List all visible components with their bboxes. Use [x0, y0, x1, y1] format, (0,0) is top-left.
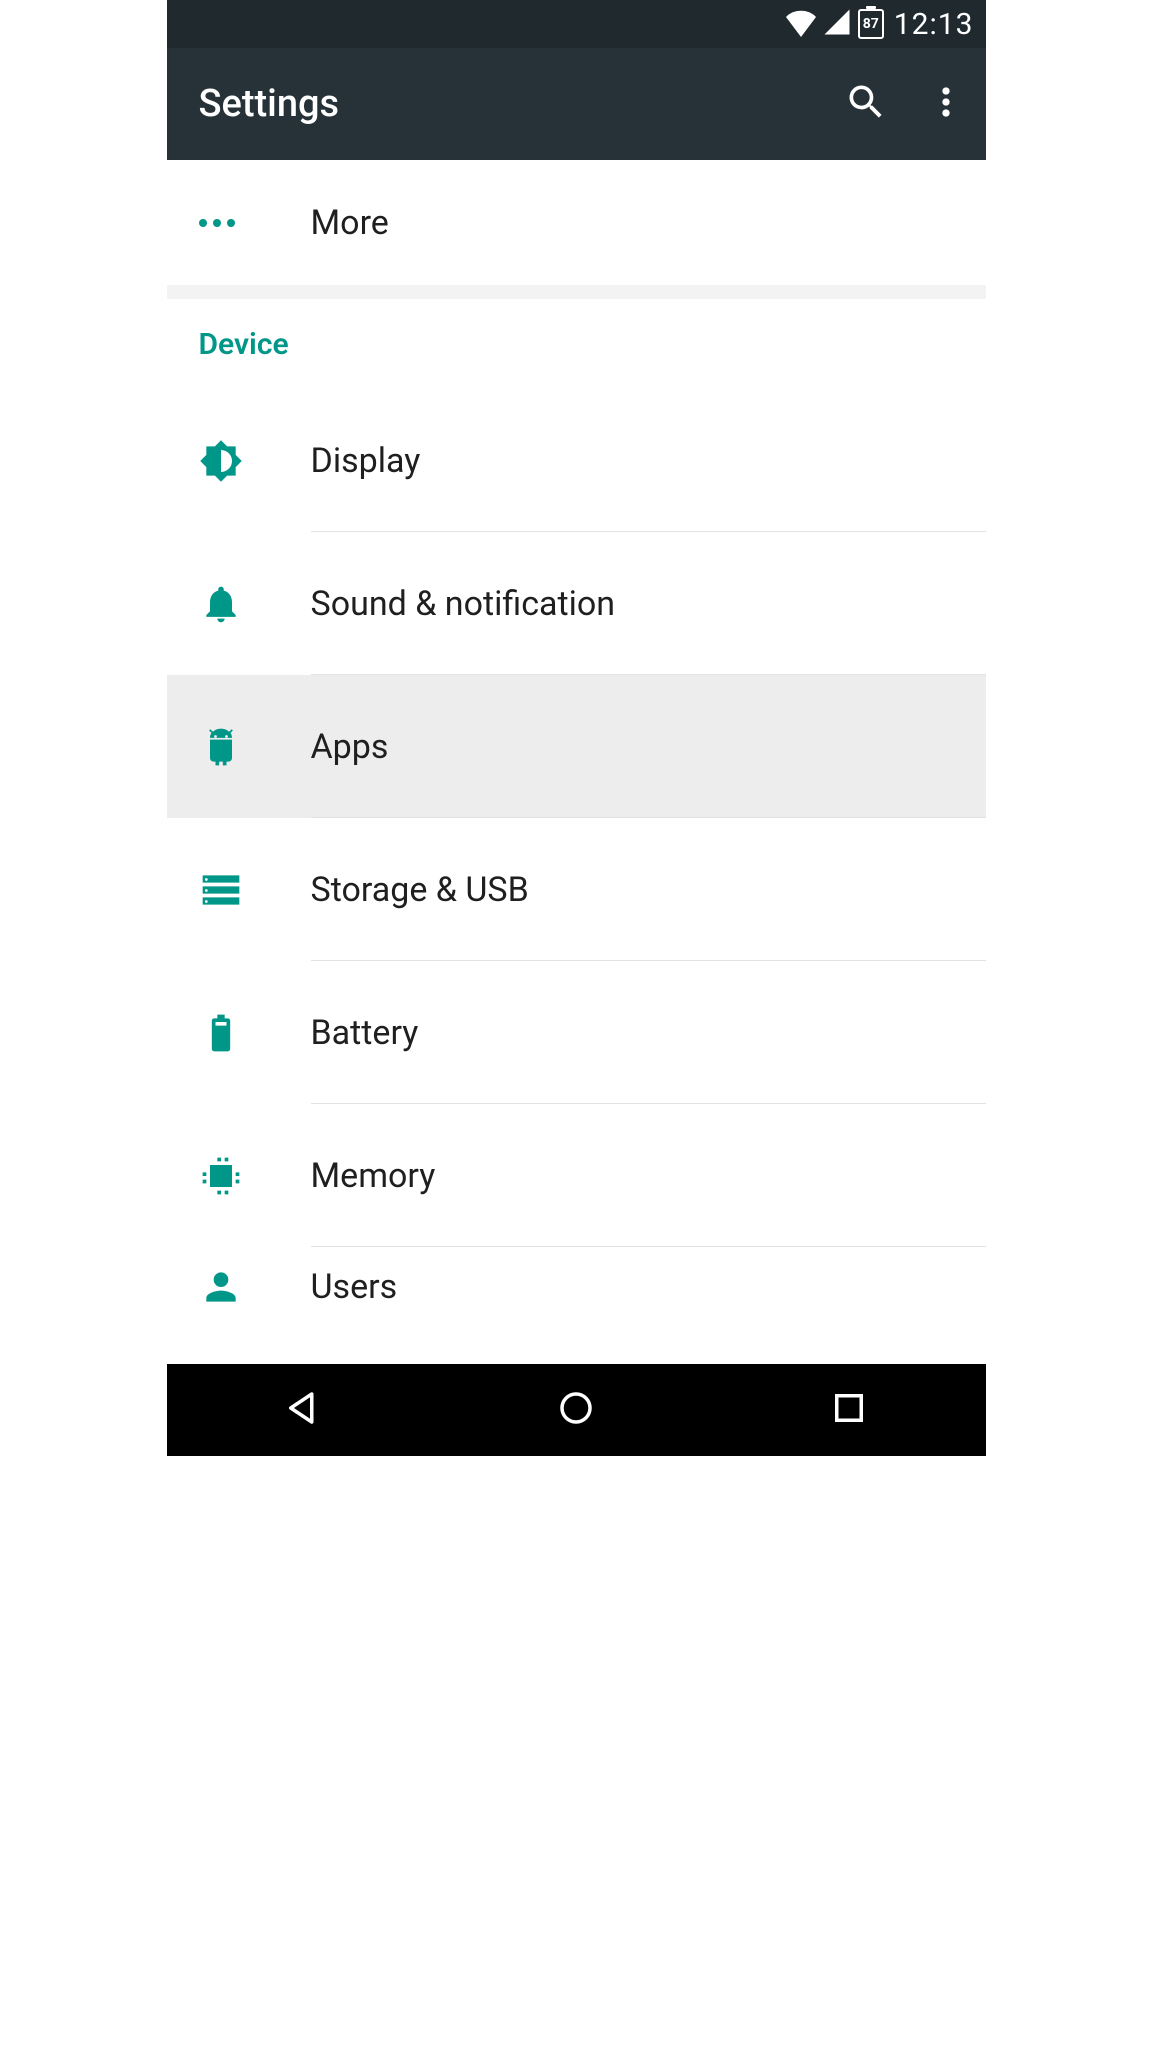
- item-memory[interactable]: Memory: [167, 1104, 986, 1247]
- item-label: Users: [311, 1267, 398, 1307]
- section-header-label: Device: [199, 327, 289, 362]
- item-users[interactable]: Users: [167, 1247, 986, 1327]
- item-sound-notification[interactable]: Sound & notification: [167, 532, 986, 675]
- more-horiz-icon: [199, 219, 311, 227]
- page-title: Settings: [199, 82, 826, 126]
- item-label: Memory: [311, 1156, 436, 1196]
- back-icon: [282, 1387, 324, 1433]
- home-icon: [555, 1387, 597, 1433]
- android-icon: [199, 725, 311, 769]
- battery-icon: [199, 1011, 311, 1055]
- status-bar: 87 12:13: [167, 0, 986, 48]
- storage-icon: [199, 868, 311, 912]
- overflow-menu-button[interactable]: [906, 48, 986, 160]
- item-label: Battery: [311, 1013, 419, 1053]
- item-label: Storage & USB: [311, 870, 529, 910]
- brightness-icon: [199, 439, 311, 483]
- item-label: Sound & notification: [311, 584, 616, 624]
- item-more[interactable]: More: [167, 160, 986, 285]
- bell-icon: [199, 582, 311, 626]
- battery-level: 87: [863, 16, 879, 32]
- battery-icon: 87: [858, 9, 884, 39]
- wifi-icon: [786, 7, 816, 41]
- clock: 12:13: [894, 7, 974, 42]
- nav-back-button[interactable]: [243, 1380, 363, 1440]
- recents-icon: [828, 1387, 870, 1433]
- section-header-device: Device: [167, 299, 986, 389]
- item-apps[interactable]: Apps: [167, 675, 986, 818]
- search-button[interactable]: [826, 48, 906, 160]
- item-display[interactable]: Display: [167, 389, 986, 532]
- more-vert-icon: [924, 80, 968, 128]
- nav-recents-button[interactable]: [789, 1380, 909, 1440]
- nav-home-button[interactable]: [516, 1380, 636, 1440]
- item-storage-usb[interactable]: Storage & USB: [167, 818, 986, 961]
- app-bar: Settings: [167, 48, 986, 160]
- item-label: More: [311, 203, 389, 243]
- memory-icon: [199, 1154, 311, 1198]
- item-label: Apps: [311, 727, 389, 767]
- search-icon: [844, 80, 888, 128]
- section-gap: [167, 285, 986, 299]
- item-label: Display: [311, 441, 421, 481]
- person-icon: [199, 1265, 311, 1309]
- nav-bar: [167, 1364, 986, 1456]
- signal-icon: [822, 7, 852, 41]
- item-battery[interactable]: Battery: [167, 961, 986, 1104]
- settings-list: More Device Display Sound & notification: [167, 160, 986, 1327]
